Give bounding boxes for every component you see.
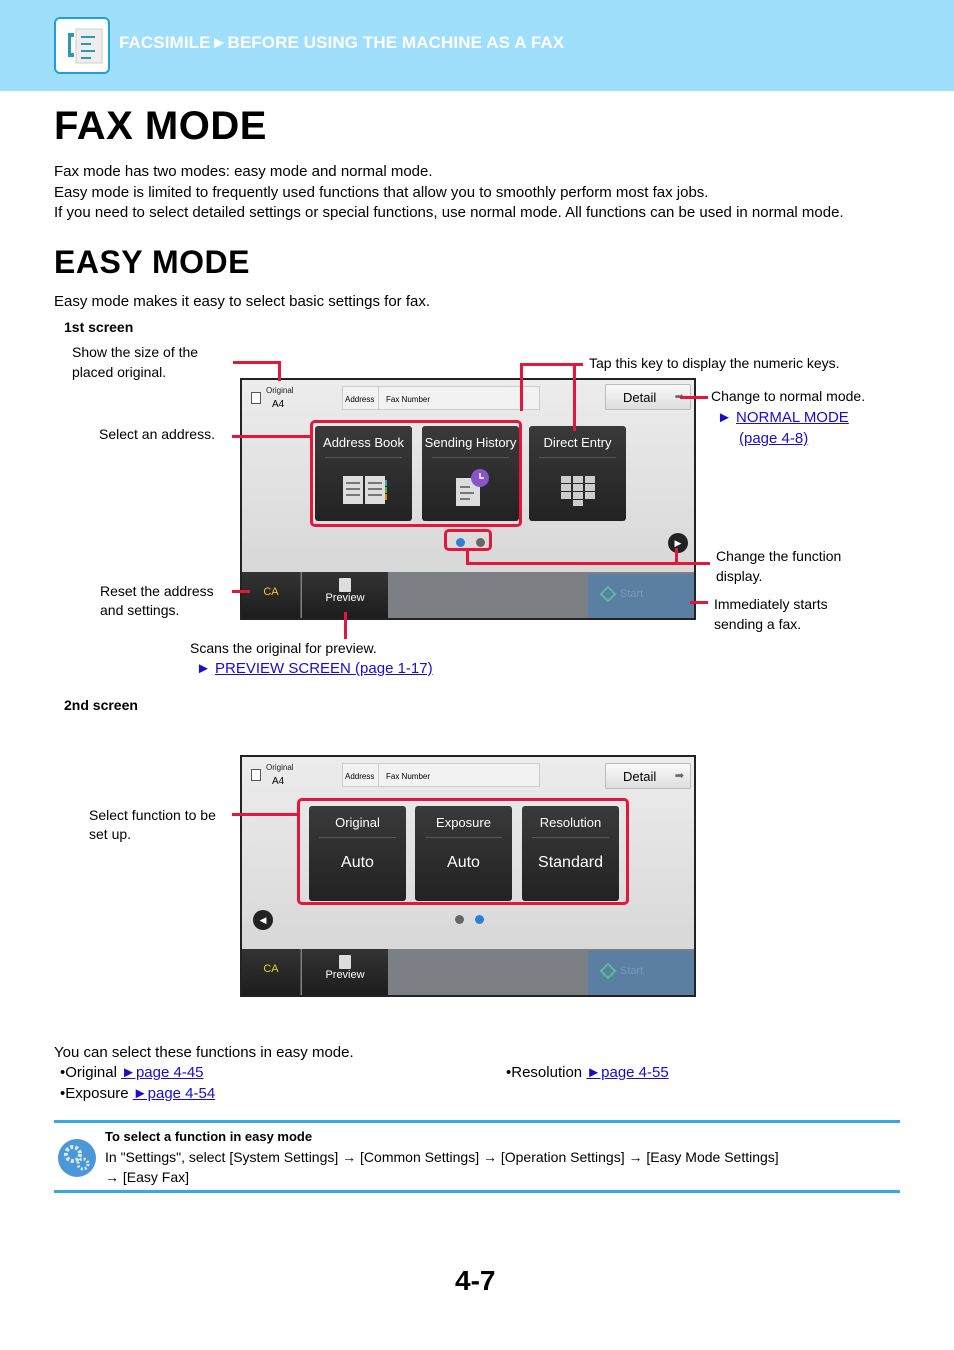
callout-box [444, 529, 492, 551]
address-field[interactable]: Address Fax Number [342, 386, 540, 410]
section-intro: Easy mode makes it easy to select basic … [54, 293, 430, 310]
normal-mode-link[interactable]: NORMAL MODE [736, 409, 849, 426]
tip-box: To select a function in easy mode In "Se… [54, 1120, 900, 1193]
preview-screen-link[interactable]: PREVIEW SCREEN (page 1-17) [215, 660, 433, 677]
exposure-page-link[interactable]: ►page 4-54 [133, 1085, 215, 1102]
function-item: •Original ►page 4-45 [60, 1064, 204, 1081]
detail-button[interactable]: Detail➡ [605, 384, 691, 410]
original-size[interactable]: A4 [272, 776, 284, 787]
address-field[interactable]: Address Fax Number [342, 763, 540, 787]
original-page-link[interactable]: ►page 4-45 [121, 1064, 203, 1081]
preview-link-row: ► PREVIEW SCREEN (page 1-17) [196, 660, 433, 677]
original-icon [251, 769, 261, 781]
original-label: Original [266, 386, 294, 395]
breadcrumb: FACSIMILE►BEFORE USING THE MACHINE AS A … [119, 33, 565, 52]
clear-all-button[interactable]: CA [242, 949, 301, 995]
tip-line: In "Settings", select [System Settings] … [105, 1149, 779, 1165]
preview-icon [339, 578, 351, 592]
tip-line: → [Easy Fax] [105, 1169, 190, 1185]
fax-number-placeholder: Fax Number [386, 395, 431, 404]
annotation-numeric: Tap this key to display the numeric keys… [589, 355, 840, 371]
preview-icon [339, 955, 351, 969]
settings-gear-icon [58, 1139, 96, 1177]
page-indicator-active[interactable] [475, 915, 484, 924]
arrow-right-icon: ➡ [674, 770, 684, 782]
function-item: •Exposure ►page 4-54 [60, 1085, 216, 1102]
next-page-button[interactable]: ▶ [668, 533, 688, 553]
annotation-function-display: Change the function display. [716, 548, 842, 584]
screen2-label: 2nd screen [64, 697, 138, 713]
normal-mode-page-link[interactable]: (page 4-8) [739, 430, 808, 447]
fax-icon [54, 17, 110, 74]
preview-button[interactable]: Preview [302, 949, 388, 995]
intro-line: Fax mode has two modes: easy mode and no… [54, 163, 433, 180]
page-indicator[interactable] [455, 915, 464, 924]
callout-box [310, 420, 522, 527]
resolution-page-link[interactable]: ►page 4-55 [586, 1064, 668, 1081]
annotation-select-function: Select function to be set up. [89, 807, 216, 842]
intro-line: If you need to select detailed settings … [54, 204, 844, 221]
original-icon [251, 392, 261, 404]
original-label: Original [266, 763, 294, 772]
previous-page-button[interactable]: ◀ [253, 910, 273, 930]
intro-line: Easy mode is limited to frequently used … [54, 184, 709, 201]
clear-all-button[interactable]: CA [242, 572, 301, 618]
normal-link-row: ► NORMAL MODE (page 4-8) [717, 409, 849, 447]
tip-title: To select a function in easy mode [105, 1129, 313, 1144]
direct-entry-tile[interactable]: Direct Entry [529, 426, 626, 521]
address-label: Address [345, 772, 375, 781]
annotation-scan: Scans the original for preview. [190, 640, 377, 656]
start-icon [599, 962, 617, 980]
page-title: FAX MODE [54, 104, 267, 148]
annotation-start: Immediately starts sending a fax. [714, 596, 828, 632]
callout-box [297, 798, 629, 905]
annotation-size: Show the size of the placed original. [72, 344, 199, 380]
annotation-address: Select an address. [99, 426, 215, 442]
numeric-keypad-icon [561, 476, 595, 506]
original-size[interactable]: A4 [272, 399, 284, 410]
page-number: 4-7 [455, 1265, 496, 1296]
screen1-label: 1st screen [64, 319, 134, 335]
section-title: EASY MODE [54, 244, 250, 280]
detail-button[interactable]: Detail➡ [605, 763, 691, 789]
start-button[interactable]: Start [588, 951, 694, 995]
functions-intro: You can select these functions in easy m… [54, 1044, 354, 1061]
annotation-reset: Reset the address and settings. [100, 583, 214, 618]
address-label: Address [345, 395, 375, 404]
function-item: •Resolution ►page 4-55 [506, 1064, 669, 1081]
annotation-normal: Change to normal mode. [711, 388, 866, 404]
fax-number-placeholder: Fax Number [386, 772, 431, 781]
start-button[interactable]: Start [588, 574, 694, 618]
start-icon [599, 585, 617, 603]
